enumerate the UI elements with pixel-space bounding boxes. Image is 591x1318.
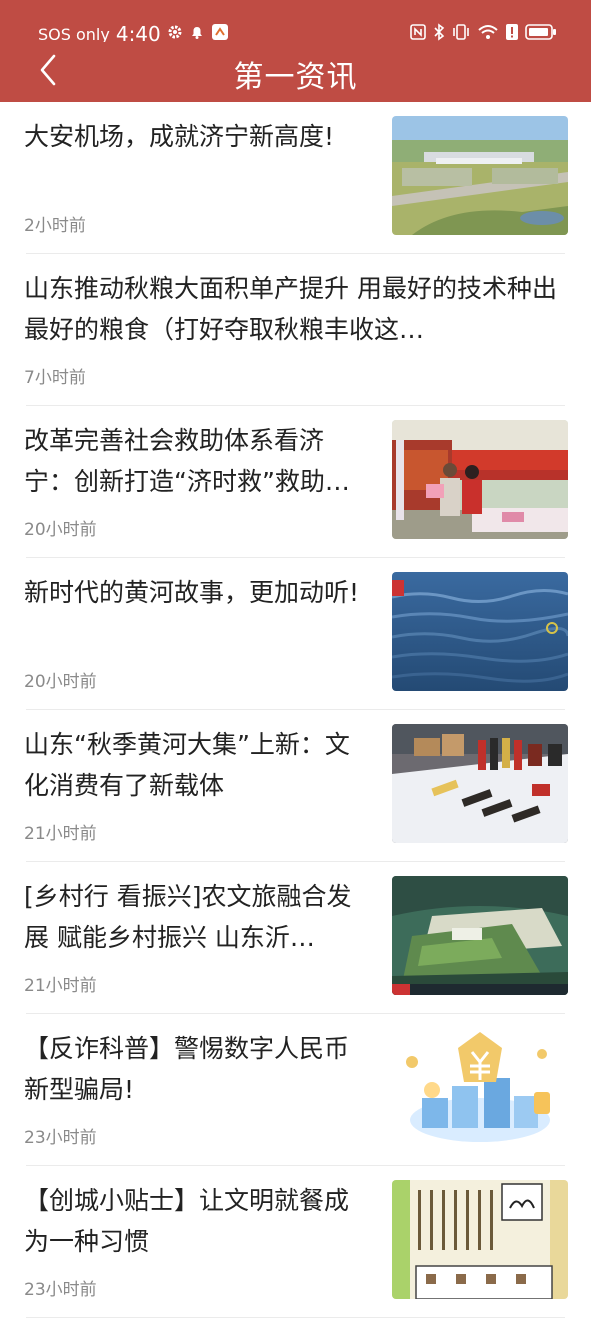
news-headline: 山东“秋季黄河大集”上新：文化消费有了新载体 [24,730,350,800]
news-time: 21小时前 [24,976,97,996]
top-nav-bar: 第一资讯 [0,42,591,102]
news-thumbnail-market-stall [392,724,568,843]
news-headline: 【反诈科普】警惕数字人民币新型骗局! [24,1034,350,1104]
news-headline: 大安机场，成就济宁新高度! [24,122,335,151]
network-status: SOS only [38,24,110,44]
news-item[interactable]: 新时代的黄河故事，更加动听! 20小时前 [24,558,568,710]
news-item[interactable]: 山东“秋季黄河大集”上新：文化消费有了新载体 21小时前 [24,710,568,862]
news-item[interactable]: 改革完善社会救助体系看济宁：创新打造“济时救”救助… 20小时前 [24,406,568,558]
news-item[interactable]: 大安机场，成就济宁新高度! 2小时前 [24,102,568,254]
news-headline: 【创城小贴士】让文明就餐成为一种习惯 [24,1186,350,1256]
news-thumbnail-airport [392,116,568,235]
news-time: 20小时前 [24,520,97,540]
news-time: 20小时前 [24,672,97,692]
news-item[interactable]: 山东推动秋粮大面积单产提升 用最好的技术种出最好的粮食（打好夺取秋粮丰收这… 7… [24,254,565,406]
news-headline: [乡村行 看振兴]农文旅融合发展 赋能乡村振兴 山东沂… [24,882,352,952]
news-item[interactable]: [乡村行 看振兴]农文旅融合发展 赋能乡村振兴 山东沂… 21小时前 [24,862,568,1014]
news-thumbnail-poster [392,1180,568,1299]
news-time: 23小时前 [24,1128,97,1148]
news-time: 23小时前 [24,1280,97,1300]
news-headline: 改革完善社会救助体系看济宁：创新打造“济时救”救助… [24,426,350,496]
news-list: 大安机场，成就济宁新高度! 2小时前 山东推动秋粮大面积单产提升 用最好的技术种… [0,102,591,1318]
news-item[interactable]: 【反诈科普】警惕数字人民币新型骗局! 23小时前 [24,1014,568,1166]
news-time: 21小时前 [24,824,97,844]
news-thumbnail-digital-yuan [392,1028,568,1147]
news-headline: 山东推动秋粮大面积单产提升 用最好的技术种出最好的粮食（打好夺取秋粮丰收这… [24,274,557,344]
news-thumbnail-river-water [392,572,568,691]
news-time: 2小时前 [24,216,86,236]
news-thumbnail-street-event [392,420,568,539]
news-thumbnail-village-model [392,876,568,995]
news-time: 7小时前 [24,368,86,388]
gear-icon [167,24,183,44]
news-item[interactable]: 【创城小贴士】让文明就餐成为一种习惯 23小时前 [24,1166,568,1318]
news-headline: 新时代的黄河故事，更加动听! [24,578,360,607]
bell-icon [189,24,205,44]
page-title: 第一资讯 [233,60,358,95]
